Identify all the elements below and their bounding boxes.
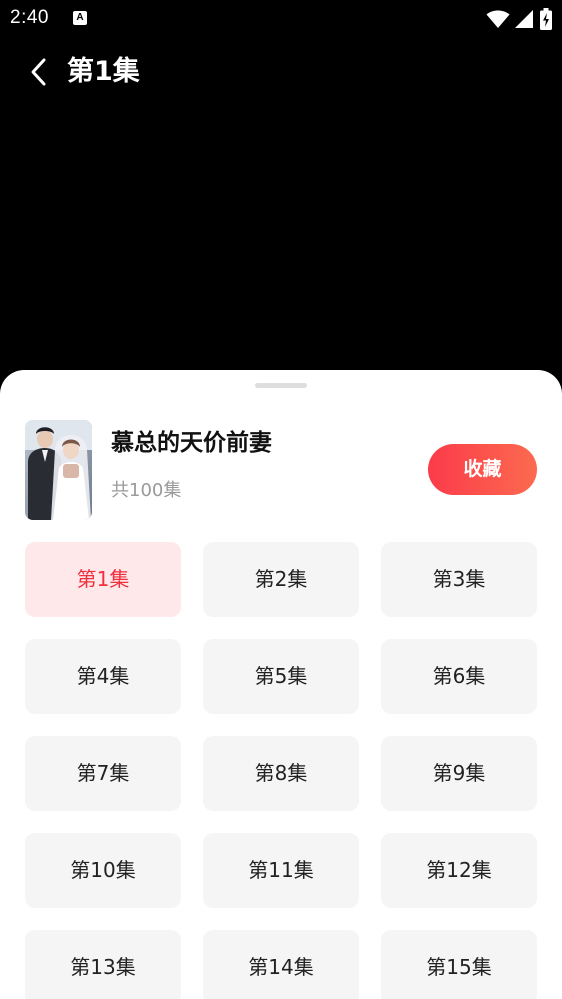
episode-sheet: 慕总的天价前妻 共100集 收藏 第1集 第2集 第3集 第4集 第5集 第6集… xyxy=(0,370,562,999)
drag-handle[interactable] xyxy=(255,383,307,388)
header: 第1集 xyxy=(0,44,562,100)
back-button[interactable] xyxy=(22,54,58,90)
episode-item-1[interactable]: 第1集 xyxy=(25,542,181,617)
signal-icon xyxy=(515,10,533,28)
screen: 2:40 A 第1集 慕总的天价前妻 共100集 收藏 第1集 第2集 第3集 … xyxy=(0,0,562,999)
episode-item-15[interactable]: 第15集 xyxy=(381,930,537,999)
status-icons xyxy=(486,8,552,30)
episode-item-7[interactable]: 第7集 xyxy=(25,736,181,811)
battery-charging-icon xyxy=(540,8,552,30)
episode-item-6[interactable]: 第6集 xyxy=(381,639,537,714)
episode-item-3[interactable]: 第3集 xyxy=(381,542,537,617)
episode-item-5[interactable]: 第5集 xyxy=(203,639,359,714)
episode-item-11[interactable]: 第11集 xyxy=(203,833,359,908)
episode-item-2[interactable]: 第2集 xyxy=(203,542,359,617)
episode-item-8[interactable]: 第8集 xyxy=(203,736,359,811)
episode-grid: 第1集 第2集 第3集 第4集 第5集 第6集 第7集 第8集 第9集 第10集… xyxy=(25,542,537,999)
episode-item-13[interactable]: 第13集 xyxy=(25,930,181,999)
status-time: 2:40 xyxy=(10,7,49,28)
episode-item-14[interactable]: 第14集 xyxy=(203,930,359,999)
episode-item-12[interactable]: 第12集 xyxy=(381,833,537,908)
wifi-icon xyxy=(486,10,510,28)
episode-item-9[interactable]: 第9集 xyxy=(381,736,537,811)
status-bar: 2:40 A xyxy=(0,0,562,38)
drama-title: 慕总的天价前妻 xyxy=(111,430,272,456)
episode-item-10[interactable]: 第10集 xyxy=(25,833,181,908)
episode-count: 共100集 xyxy=(111,480,182,501)
collect-button[interactable]: 收藏 xyxy=(428,444,537,495)
chevron-left-icon xyxy=(31,58,46,86)
drama-cover-image[interactable] xyxy=(25,420,92,520)
page-title: 第1集 xyxy=(67,56,140,87)
a-icon: A xyxy=(73,11,87,25)
episode-item-4[interactable]: 第4集 xyxy=(25,639,181,714)
